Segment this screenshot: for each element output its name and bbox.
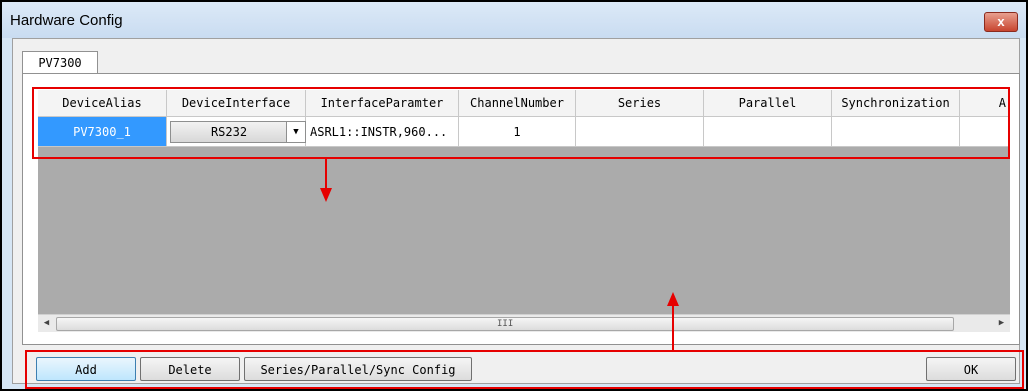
title-bar: Hardware Config x: [2, 2, 1026, 38]
annotation-arrow-up-icon: [667, 292, 679, 306]
annotation-box-buttons: [25, 350, 1024, 389]
horizontal-scrollbar[interactable]: ◀ III ▶: [38, 314, 1010, 332]
scroll-right-icon[interactable]: ▶: [993, 315, 1010, 332]
annotation-box-grid-row: [32, 87, 1010, 159]
scrollbar-thumb[interactable]: III: [56, 317, 954, 331]
annotation-arrow-down-shaft: [325, 159, 327, 189]
scrollbar-grip-icon: III: [497, 319, 514, 329]
tab-pv7300[interactable]: PV7300: [22, 51, 98, 74]
annotation-arrow-down-icon: [320, 188, 332, 202]
close-button[interactable]: x: [984, 12, 1018, 32]
window-title: Hardware Config: [10, 12, 123, 29]
scroll-left-icon[interactable]: ◀: [38, 315, 55, 332]
annotation-arrow-up-shaft: [672, 306, 674, 350]
screenshot-frame: Hardware Config x PV7300 DeviceAlias Dev…: [0, 0, 1028, 391]
hardware-config-window: Hardware Config x PV7300 DeviceAlias Dev…: [2, 2, 1026, 389]
close-icon: x: [997, 14, 1005, 29]
